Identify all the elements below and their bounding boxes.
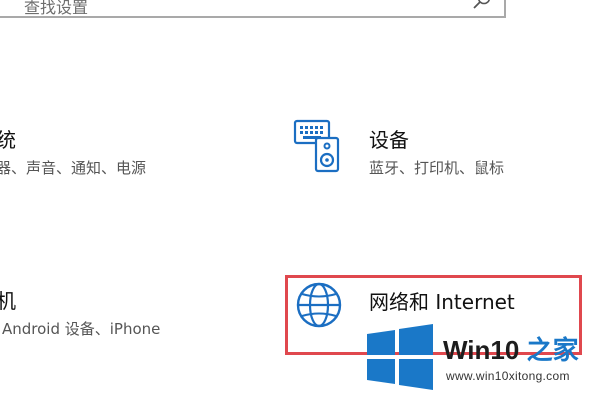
search-icon[interactable] — [472, 0, 492, 11]
watermark-url: www.win10xitong.com — [446, 369, 570, 383]
tile-phone-title: 机 — [0, 289, 16, 313]
windows-logo — [367, 324, 433, 390]
keyboard-speaker-icon — [293, 119, 340, 173]
tile-devices-title: 设备 — [369, 128, 409, 152]
tile-system-desc: 器、声音、通知、电源 — [0, 159, 147, 177]
tile-system-title: 统 — [0, 128, 16, 152]
tile-devices-desc: 蓝牙、打印机、鼠标 — [369, 159, 505, 177]
search-box[interactable]: 查找设置 — [0, 0, 506, 18]
search-placeholder: 查找设置 — [24, 0, 89, 17]
tile-phone-desc: Android 设备、iPhone — [2, 320, 161, 338]
watermark-title: Win10 之家 — [443, 335, 579, 365]
